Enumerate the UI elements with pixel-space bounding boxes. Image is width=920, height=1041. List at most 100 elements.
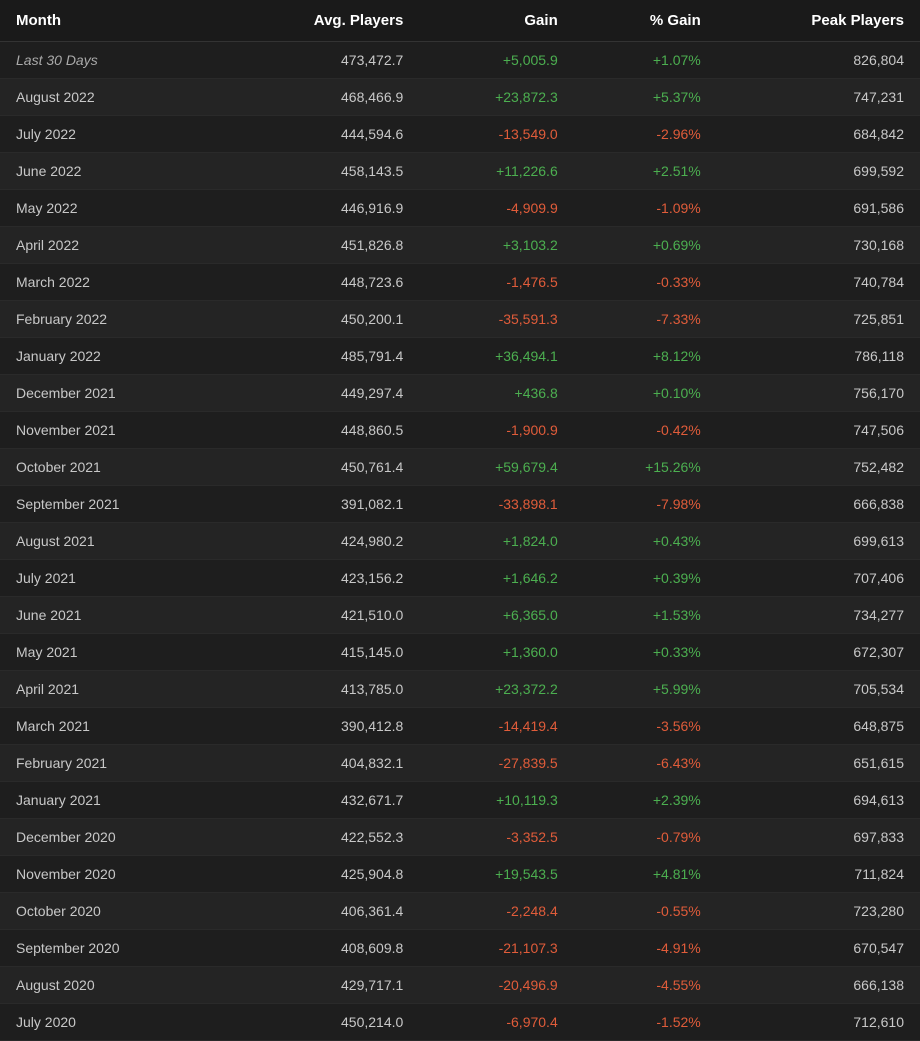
cell-peak-players: 786,118 [717, 338, 920, 375]
cell-avg-players: 473,472.7 [221, 42, 419, 79]
table-row: March 2022 448,723.6 -1,476.5 -0.33% 740… [0, 264, 920, 301]
cell-month: November 2020 [0, 856, 221, 893]
table-row: July 2021 423,156.2 +1,646.2 +0.39% 707,… [0, 560, 920, 597]
cell-gain: +1,360.0 [419, 634, 573, 671]
cell-gain: +19,543.5 [419, 856, 573, 893]
table-row: July 2020 450,214.0 -6,970.4 -1.52% 712,… [0, 1004, 920, 1041]
cell-gain: -35,591.3 [419, 301, 573, 338]
cell-gain: +436.8 [419, 375, 573, 412]
cell-month: July 2021 [0, 560, 221, 597]
cell-gain: -27,839.5 [419, 745, 573, 782]
cell-pct-gain: -7.33% [574, 301, 717, 338]
header-peak-players: Peak Players [717, 0, 920, 42]
cell-pct-gain: +5.99% [574, 671, 717, 708]
table-row: June 2021 421,510.0 +6,365.0 +1.53% 734,… [0, 597, 920, 634]
table-row: Last 30 Days 473,472.7 +5,005.9 +1.07% 8… [0, 42, 920, 79]
cell-peak-players: 725,851 [717, 301, 920, 338]
cell-peak-players: 734,277 [717, 597, 920, 634]
cell-pct-gain: -0.79% [574, 819, 717, 856]
cell-avg-players: 421,510.0 [221, 597, 419, 634]
cell-avg-players: 413,785.0 [221, 671, 419, 708]
cell-avg-players: 450,200.1 [221, 301, 419, 338]
cell-pct-gain: +0.69% [574, 227, 717, 264]
cell-pct-gain: +4.81% [574, 856, 717, 893]
cell-month: May 2022 [0, 190, 221, 227]
table-row: September 2021 391,082.1 -33,898.1 -7.98… [0, 486, 920, 523]
cell-avg-players: 390,412.8 [221, 708, 419, 745]
cell-gain: +59,679.4 [419, 449, 573, 486]
cell-peak-players: 826,804 [717, 42, 920, 79]
cell-gain: +6,365.0 [419, 597, 573, 634]
cell-month: January 2021 [0, 782, 221, 819]
cell-pct-gain: -6.43% [574, 745, 717, 782]
cell-gain: +23,372.2 [419, 671, 573, 708]
cell-peak-players: 730,168 [717, 227, 920, 264]
cell-peak-players: 694,613 [717, 782, 920, 819]
cell-peak-players: 723,280 [717, 893, 920, 930]
cell-pct-gain: -4.91% [574, 930, 717, 967]
cell-peak-players: 691,586 [717, 190, 920, 227]
cell-avg-players: 485,791.4 [221, 338, 419, 375]
header-pct-gain: % Gain [574, 0, 717, 42]
cell-pct-gain: -7.98% [574, 486, 717, 523]
table-row: November 2020 425,904.8 +19,543.5 +4.81%… [0, 856, 920, 893]
cell-peak-players: 752,482 [717, 449, 920, 486]
cell-pct-gain: +1.53% [574, 597, 717, 634]
table-row: December 2020 422,552.3 -3,352.5 -0.79% … [0, 819, 920, 856]
table-row: February 2022 450,200.1 -35,591.3 -7.33%… [0, 301, 920, 338]
table-row: October 2021 450,761.4 +59,679.4 +15.26%… [0, 449, 920, 486]
cell-gain: +1,824.0 [419, 523, 573, 560]
cell-avg-players: 468,466.9 [221, 79, 419, 116]
cell-avg-players: 429,717.1 [221, 967, 419, 1004]
cell-pct-gain: +0.33% [574, 634, 717, 671]
cell-pct-gain: +8.12% [574, 338, 717, 375]
cell-peak-players: 672,307 [717, 634, 920, 671]
cell-avg-players: 432,671.7 [221, 782, 419, 819]
cell-month: September 2020 [0, 930, 221, 967]
table-row: May 2022 446,916.9 -4,909.9 -1.09% 691,5… [0, 190, 920, 227]
cell-pct-gain: -0.42% [574, 412, 717, 449]
table-row: October 2020 406,361.4 -2,248.4 -0.55% 7… [0, 893, 920, 930]
cell-peak-players: 699,592 [717, 153, 920, 190]
cell-month: January 2022 [0, 338, 221, 375]
cell-peak-players: 740,784 [717, 264, 920, 301]
cell-month: July 2020 [0, 1004, 221, 1041]
cell-gain: +3,103.2 [419, 227, 573, 264]
cell-avg-players: 415,145.0 [221, 634, 419, 671]
cell-avg-players: 425,904.8 [221, 856, 419, 893]
cell-pct-gain: -4.55% [574, 967, 717, 1004]
cell-avg-players: 423,156.2 [221, 560, 419, 597]
cell-peak-players: 666,838 [717, 486, 920, 523]
cell-avg-players: 450,214.0 [221, 1004, 419, 1041]
cell-month: October 2021 [0, 449, 221, 486]
cell-avg-players: 404,832.1 [221, 745, 419, 782]
cell-avg-players: 451,826.8 [221, 227, 419, 264]
cell-pct-gain: +0.39% [574, 560, 717, 597]
cell-peak-players: 747,506 [717, 412, 920, 449]
cell-pct-gain: +5.37% [574, 79, 717, 116]
cell-pct-gain: -3.56% [574, 708, 717, 745]
cell-gain: +11,226.6 [419, 153, 573, 190]
cell-pct-gain: -0.33% [574, 264, 717, 301]
cell-gain: +1,646.2 [419, 560, 573, 597]
cell-gain: +5,005.9 [419, 42, 573, 79]
cell-month: August 2021 [0, 523, 221, 560]
cell-pct-gain: -1.52% [574, 1004, 717, 1041]
cell-month: November 2021 [0, 412, 221, 449]
cell-gain: -14,419.4 [419, 708, 573, 745]
cell-gain: -13,549.0 [419, 116, 573, 153]
cell-month: May 2021 [0, 634, 221, 671]
table-row: November 2021 448,860.5 -1,900.9 -0.42% … [0, 412, 920, 449]
table-row: December 2021 449,297.4 +436.8 +0.10% 75… [0, 375, 920, 412]
cell-month: August 2020 [0, 967, 221, 1004]
table-row: August 2020 429,717.1 -20,496.9 -4.55% 6… [0, 967, 920, 1004]
cell-gain: +36,494.1 [419, 338, 573, 375]
cell-gain: +10,119.3 [419, 782, 573, 819]
cell-avg-players: 458,143.5 [221, 153, 419, 190]
cell-peak-players: 684,842 [717, 116, 920, 153]
table-header-row: Month Avg. Players Gain % Gain Peak Play… [0, 0, 920, 42]
cell-pct-gain: -0.55% [574, 893, 717, 930]
table-row: May 2021 415,145.0 +1,360.0 +0.33% 672,3… [0, 634, 920, 671]
cell-peak-players: 670,547 [717, 930, 920, 967]
cell-gain: -2,248.4 [419, 893, 573, 930]
